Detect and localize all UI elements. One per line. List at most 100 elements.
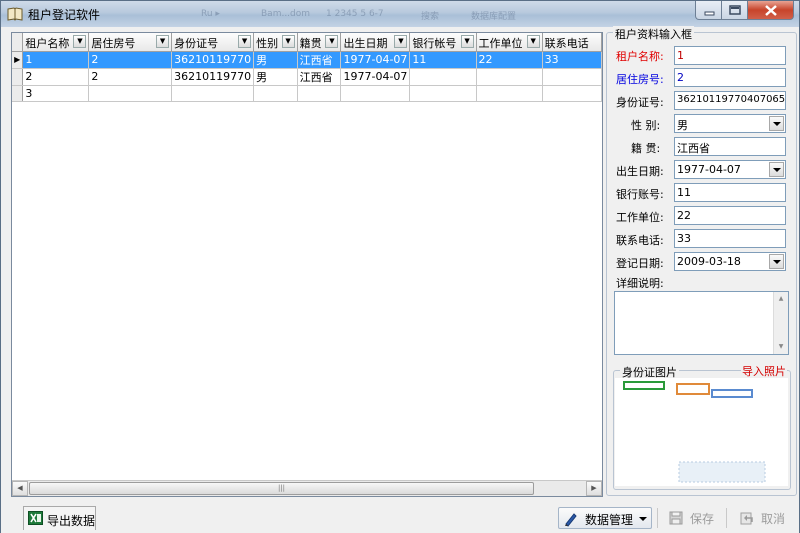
cell-work[interactable] bbox=[476, 68, 543, 86]
filter-dropdown-icon[interactable]: ▼ bbox=[325, 35, 339, 48]
horizontal-scrollbar[interactable]: ◀ ||| ▶ bbox=[12, 480, 602, 496]
cancel-button[interactable]: 取消 bbox=[735, 507, 791, 529]
filter-dropdown-icon[interactable]: ▼ bbox=[526, 35, 540, 48]
cell-room[interactable] bbox=[88, 85, 173, 102]
col-header-origin[interactable]: 籍贯 ▼ bbox=[297, 33, 342, 52]
data-manage-label: 数据管理 bbox=[585, 513, 634, 527]
cell-birth[interactable]: 1977-04-07 bbox=[340, 51, 411, 69]
tenant-table: 租户名称 ▼ 居住房号 ▼ 身份证号 ▼ 性别 ▼ 籍贯 ▼ 出生日期 ▼ 银行帐号 ▼ 工作… bbox=[12, 33, 603, 102]
cell-phone[interactable] bbox=[542, 85, 603, 102]
col-header-label: 籍贯 bbox=[299, 37, 322, 50]
cell-origin[interactable] bbox=[297, 85, 342, 102]
regdate-value: 2009-03-18 bbox=[677, 255, 741, 268]
table-row[interactable]: 3 bbox=[12, 85, 603, 102]
filter-dropdown-icon[interactable]: ▼ bbox=[73, 35, 87, 48]
scrollbar-thumb[interactable]: ||| bbox=[29, 482, 534, 495]
room-field[interactable]: 2 bbox=[674, 68, 786, 87]
cell-work[interactable]: 22 bbox=[476, 51, 543, 69]
cell-id[interactable]: 36210119770 bbox=[171, 68, 255, 86]
work-unit-field[interactable]: 22 bbox=[674, 206, 786, 225]
cell-room[interactable]: 2 bbox=[88, 68, 173, 86]
cell-work[interactable] bbox=[476, 85, 543, 102]
col-header-id[interactable]: 身份证号 ▼ bbox=[171, 33, 255, 52]
birth-date-picker[interactable]: 1977-04-07 bbox=[674, 160, 786, 179]
phone-field[interactable]: 33 bbox=[674, 229, 786, 248]
cell-bank[interactable]: 11 bbox=[409, 51, 477, 69]
filter-dropdown-icon[interactable]: ▼ bbox=[156, 35, 170, 48]
scroll-right-icon[interactable]: ▶ bbox=[586, 481, 602, 496]
import-photo-link[interactable]: 导入照片 bbox=[741, 363, 787, 379]
scroll-left-icon[interactable]: ◀ bbox=[12, 481, 28, 496]
cancel-label: 取消 bbox=[761, 512, 786, 526]
origin-field[interactable]: 江西省 bbox=[674, 137, 786, 156]
label-room: 居住房号: bbox=[616, 73, 664, 86]
col-header-work[interactable]: 工作单位 ▼ bbox=[476, 33, 543, 52]
cell-bank[interactable] bbox=[409, 68, 477, 86]
pen-icon bbox=[565, 513, 577, 527]
maximize-button[interactable] bbox=[722, 1, 748, 20]
col-header-label: 居住房号 bbox=[91, 37, 136, 50]
row-header[interactable] bbox=[12, 68, 24, 86]
col-header-label: 性别 bbox=[256, 37, 279, 50]
id-number-field[interactable]: 362101197704070654 bbox=[674, 91, 786, 110]
birth-value: 1977-04-07 bbox=[677, 163, 741, 176]
data-manage-menu-button[interactable]: 数据管理 bbox=[558, 507, 652, 529]
minimize-button[interactable] bbox=[695, 1, 722, 20]
label-id: 身份证号: bbox=[616, 96, 664, 109]
filter-dropdown-icon[interactable]: ▼ bbox=[238, 35, 252, 48]
cell-origin[interactable]: 江西省 bbox=[297, 68, 342, 86]
chevron-down-icon bbox=[639, 517, 647, 521]
tenant-grid[interactable]: 租户名称 ▼ 居住房号 ▼ 身份证号 ▼ 性别 ▼ 籍贯 ▼ 出生日期 ▼ 银行帐号 ▼ 工作… bbox=[11, 32, 603, 497]
gender-select[interactable]: 男 bbox=[674, 114, 786, 133]
chevron-down-icon[interactable] bbox=[769, 254, 784, 269]
col-header-gender[interactable]: 性别 ▼ bbox=[253, 33, 298, 52]
col-header-phone[interactable]: 联系电话 bbox=[542, 33, 603, 52]
name-field[interactable]: 1 bbox=[674, 46, 786, 65]
cell-id[interactable]: 36210119770 bbox=[171, 51, 255, 69]
col-header-label: 身份证号 bbox=[174, 37, 219, 50]
cell-origin[interactable]: 江西省 bbox=[297, 51, 342, 69]
cell-phone[interactable] bbox=[542, 68, 603, 86]
chevron-down-icon[interactable] bbox=[769, 162, 784, 177]
col-header-label: 工作单位 bbox=[478, 37, 523, 50]
close-button[interactable] bbox=[748, 1, 794, 20]
filter-dropdown-icon[interactable]: ▼ bbox=[281, 35, 295, 48]
filter-dropdown-icon[interactable]: ▼ bbox=[460, 35, 474, 48]
cell-room[interactable]: 2 bbox=[88, 51, 173, 69]
scroll-down-icon[interactable]: ▼ bbox=[774, 340, 788, 354]
panel-title: 租户资料输入框 bbox=[613, 26, 694, 42]
table-row[interactable]: ▶ 1 2 36210119770 男 江西省 1977-04-07 11 22… bbox=[12, 51, 603, 69]
col-header-bank[interactable]: 银行帐号 ▼ bbox=[409, 33, 477, 52]
chevron-down-icon[interactable] bbox=[769, 116, 784, 131]
cell-gender[interactable]: 男 bbox=[253, 51, 298, 69]
cell-id[interactable] bbox=[171, 85, 255, 102]
export-data-button[interactable]: 导出数据 bbox=[23, 506, 96, 530]
cell-bank[interactable] bbox=[409, 85, 477, 102]
label-name: 租户名称: bbox=[616, 50, 664, 63]
filter-dropdown-icon[interactable]: ▼ bbox=[394, 35, 408, 48]
cell-birth[interactable]: 1977-04-07 bbox=[340, 68, 411, 86]
cell-gender[interactable]: 男 bbox=[253, 68, 298, 86]
vertical-scrollbar[interactable]: ▲ ▼ bbox=[773, 292, 788, 354]
cell-phone[interactable]: 33 bbox=[542, 51, 603, 69]
row-pointer-icon[interactable]: ▶ bbox=[12, 51, 24, 69]
cell-name[interactable]: 2 bbox=[22, 68, 90, 86]
label-birth: 出生日期: bbox=[616, 165, 664, 178]
cell-name[interactable]: 1 bbox=[22, 51, 90, 69]
col-header-birth[interactable]: 出生日期 ▼ bbox=[340, 33, 411, 52]
table-row[interactable]: 2 2 36210119770 男 江西省 1977-04-07 bbox=[12, 68, 603, 86]
cell-gender[interactable] bbox=[253, 85, 298, 102]
details-textarea[interactable]: ▲ ▼ bbox=[614, 291, 789, 355]
col-header-room[interactable]: 居住房号 ▼ bbox=[88, 33, 173, 52]
col-header-name[interactable]: 租户名称 ▼ bbox=[22, 33, 90, 52]
undo-icon bbox=[740, 512, 753, 525]
bank-account-field[interactable]: 11 bbox=[674, 183, 786, 202]
cell-birth[interactable] bbox=[340, 85, 411, 102]
scroll-up-icon[interactable]: ▲ bbox=[774, 292, 788, 306]
row-header[interactable] bbox=[12, 85, 24, 102]
label-details: 详细说明: bbox=[616, 277, 664, 290]
col-header-label: 联系电话 bbox=[544, 37, 589, 50]
save-button[interactable]: 保存 bbox=[664, 507, 719, 529]
cell-name[interactable]: 3 bbox=[22, 85, 90, 102]
register-date-picker[interactable]: 2009-03-18 bbox=[674, 252, 786, 271]
